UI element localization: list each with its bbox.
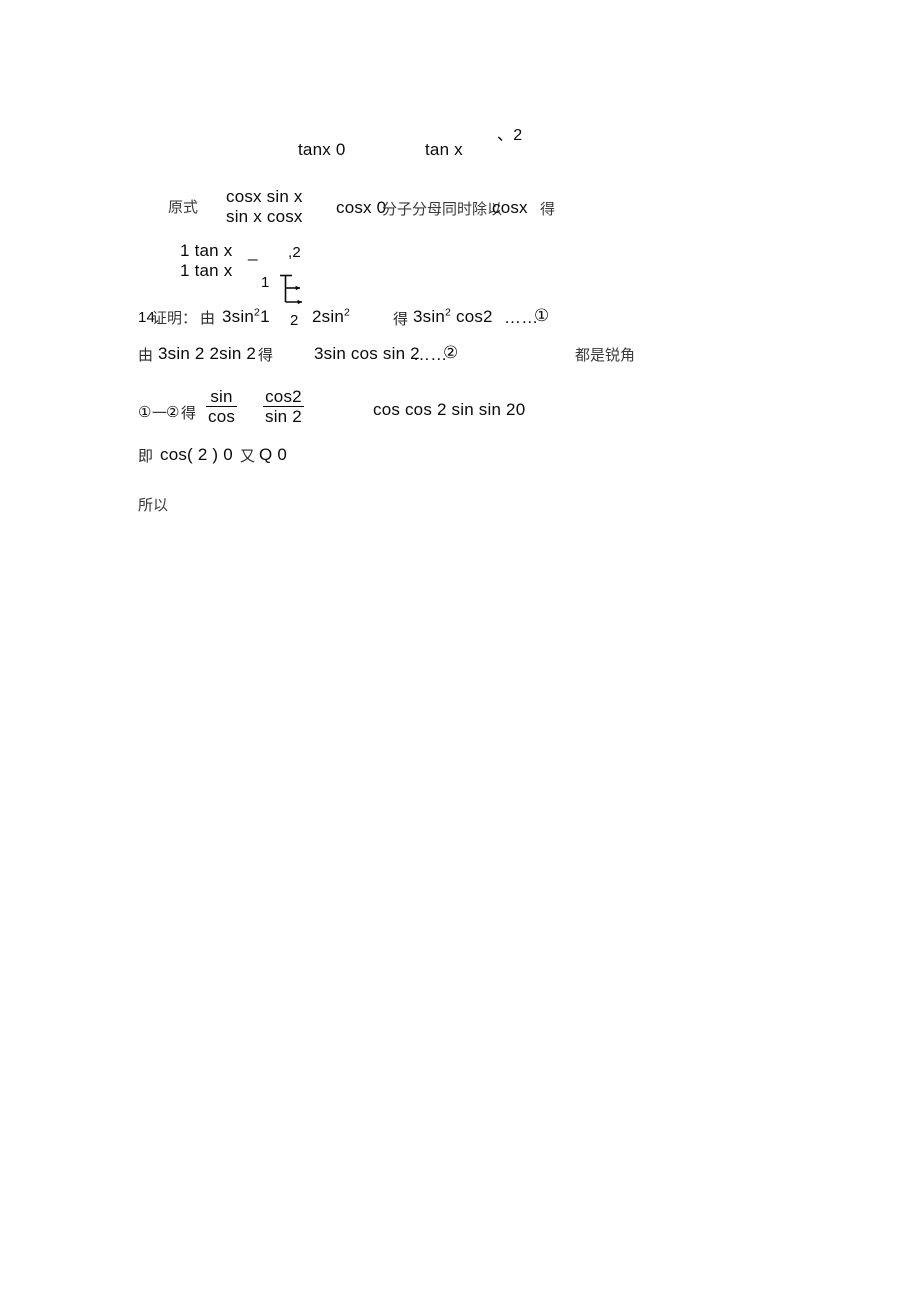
artifact-comma-two-top: 、2 [497,127,523,144]
equation-number-1: ① [534,306,550,325]
note-divide-both-by: 分子分母同时除以 [382,200,503,218]
fraction-numerator: sin [206,388,238,407]
fraction-one-over-two-numerator: 1 [261,274,270,291]
document-page: tanx 0 tan x 、2 原式 cosx sin x sin x cosx… [0,0,920,1303]
minus-sign-cjk: 一 [152,404,168,422]
fraction-numerator: cos2 [263,388,304,407]
artifact-underscore: _ [248,242,258,261]
expression-cos-2-zero: cos( 2 ) 0 [160,445,233,464]
fraction-cos2-over-sin2: cos2 sin 2 [263,388,304,425]
word-de-line7: 得 [181,404,197,422]
expression-tan-x: tan x [425,140,463,159]
expression-cosx-zero: cosx 0 [336,198,387,217]
word-ji: 即 [138,447,154,465]
fraction-sin-over-cos: sin cos [206,388,238,426]
word-you-line5: 由 [200,309,216,327]
expression-2sin-squared: 2sin2 [312,306,351,326]
word-suoyi: 所以 [138,496,169,514]
word-de-line2: 得 [540,200,556,218]
expression-3sin-squared-1: 3sin21 [222,307,270,326]
equation-ref-1: ① [138,404,152,421]
artifact-comma-two-mid: ,2 [288,244,301,261]
fraction-denominator: sin x cosx [226,207,303,226]
fraction-one-tanx: 1 tan x 1 tan x [178,242,234,279]
label-yuanshi: 原式 [168,198,199,216]
fraction-cosx-sinx: cosx sin x sin x cosx [224,188,305,225]
expr-base: 3sin [413,307,445,326]
expression-cosx: cosx [492,198,528,217]
result-expression-1: 3sin2 cos2 [413,306,493,326]
word-you-line6: 由 [138,346,154,364]
fraction-denominator: cos [208,407,236,426]
expression-tanx-zero: tanx 0 [298,140,346,159]
expr-tail: cos2 [456,307,493,326]
word-de-line6: 得 [258,346,274,364]
expression-q-zero: Q 0 [259,445,288,464]
fraction-denominator: 1 tan x [180,261,233,280]
equation-ref-2: ② [166,404,180,421]
word-zhengming: 证明： [152,309,198,327]
result-expression-2: 3sin cos sin 2 [314,344,420,363]
equation-number-2: ② [443,343,459,362]
expression-3sin2-2sin2: 3sin 2 2sin 2 [158,344,257,363]
expr-exponent: 2 [445,306,452,319]
expr-base: 3sin [222,307,254,326]
expr-tail: 1 [260,307,270,326]
expr-exponent: 2 [344,306,351,319]
fraction-numerator: 1 tan x [180,241,233,260]
expression-cos-cos2-sin-sin20: cos cos 2 sin sin 20 [373,400,526,419]
word-de-line5: 得 [393,310,409,328]
note-both-acute-angles: 都是锐角 [575,346,636,364]
word-you-again: 又 [240,447,256,465]
fraction-numerator: cosx sin x [226,187,303,206]
fraction-denominator: sin 2 [265,407,302,426]
expr-base: 2sin [312,307,344,326]
